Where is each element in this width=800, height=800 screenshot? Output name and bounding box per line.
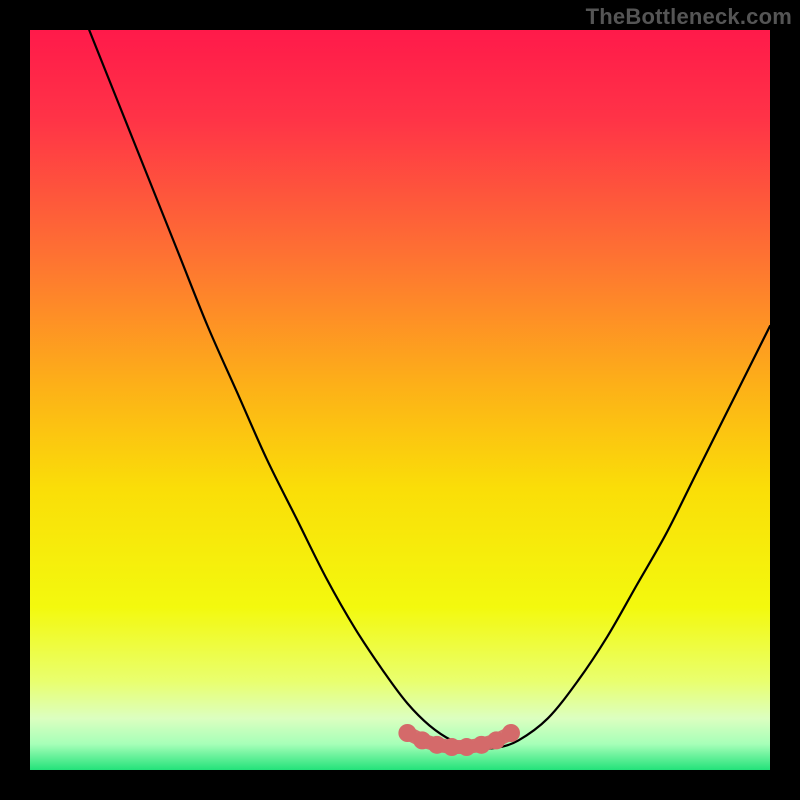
chart-svg <box>30 30 770 770</box>
gradient-background <box>30 30 770 770</box>
plot-area <box>30 30 770 770</box>
watermark-text: TheBottleneck.com <box>586 4 792 30</box>
chart-stage: TheBottleneck.com <box>0 0 800 800</box>
